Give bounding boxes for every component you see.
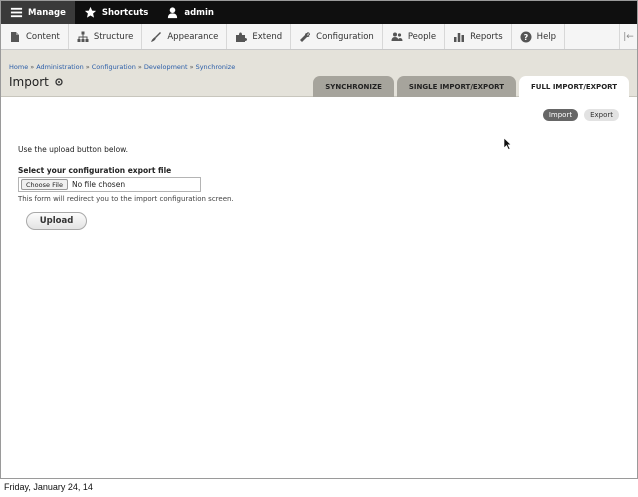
page-title: Import <box>9 75 63 89</box>
tray-item-extend[interactable]: Extend <box>227 24 292 49</box>
tab-label: SINGLE IMPORT/EXPORT <box>408 82 504 91</box>
tray-item-appearance[interactable]: Appearance <box>142 24 228 49</box>
tray-item-people[interactable]: People <box>383 24 446 49</box>
tab-full-import-export[interactable]: FULL IMPORT/EXPORT <box>519 76 629 98</box>
breadcrumb-separator: » <box>85 63 90 71</box>
toolbar-user-label: admin <box>184 7 214 18</box>
form-help-text: Use the upload button below. <box>18 145 129 154</box>
tab-label: SYNCHRONIZE <box>325 82 382 91</box>
toolbar-shortcuts[interactable]: Shortcuts <box>75 1 157 24</box>
person-icon <box>168 7 178 19</box>
tab-synchronize[interactable]: SYNCHRONIZE <box>313 76 394 97</box>
star-icon <box>84 6 96 18</box>
admin-tray: Content Structure Appearance Extend Conf… <box>1 24 637 50</box>
toolbar-shortcuts-label: Shortcuts <box>101 7 149 18</box>
tray-item-label: Structure <box>93 31 134 42</box>
subtab-label: Export <box>590 111 613 119</box>
page-title-text: Import <box>9 75 49 89</box>
breadcrumb-synchronize[interactable]: Synchronize <box>196 63 236 71</box>
file-field-description: This form will redirect you to the impor… <box>18 195 234 203</box>
mouse-cursor-icon <box>503 137 512 150</box>
main-content: Import Export Use the upload button belo… <box>1 97 637 478</box>
menu-icon <box>10 7 23 18</box>
collapse-tray-icon: |← <box>623 31 634 42</box>
breadcrumb: Home » Administration » Configuration » … <box>9 63 235 71</box>
tray-orientation-toggle[interactable]: |← <box>619 24 637 49</box>
tray-item-label: People <box>407 31 437 42</box>
subtab-import[interactable]: Import <box>542 109 579 121</box>
breadcrumb-development[interactable]: Development <box>144 63 188 71</box>
puzzle-icon <box>236 32 248 42</box>
bar-chart-icon <box>454 32 465 42</box>
tray-item-label: Help <box>536 31 557 42</box>
subtab-label: Import <box>548 111 573 119</box>
tray-item-help[interactable]: ? Help <box>512 24 566 49</box>
primary-tabs: SYNCHRONIZE SINGLE IMPORT/EXPORT FULL IM… <box>313 76 629 98</box>
gear-icon[interactable] <box>55 78 63 86</box>
tray-item-label: Configuration <box>316 31 374 42</box>
tray-item-label: Reports <box>470 31 503 42</box>
page-icon <box>11 31 19 42</box>
toolbar-manage-label: Manage <box>28 7 66 18</box>
toolbar-manage[interactable]: Manage <box>1 1 75 24</box>
tray-item-label: Extend <box>252 31 283 42</box>
tray-item-reports[interactable]: Reports <box>445 24 512 49</box>
people-icon <box>391 32 403 41</box>
secondary-tabs: Import Export <box>542 109 619 121</box>
tab-single-import-export[interactable]: SINGLE IMPORT/EXPORT <box>396 76 516 97</box>
wrench-icon <box>300 31 311 42</box>
subtab-export[interactable]: Export <box>584 109 619 121</box>
tray-item-structure[interactable]: Structure <box>69 24 143 49</box>
admin-toolbar: Manage Shortcuts admin <box>1 1 637 24</box>
tab-label: FULL IMPORT/EXPORT <box>531 83 617 91</box>
slide-date: Friday, January 24, 14 <box>4 482 93 492</box>
page-header: Home » Administration » Configuration » … <box>1 50 637 98</box>
tray-item-label: Content <box>26 31 60 42</box>
breadcrumb-configuration[interactable]: Configuration <box>92 63 136 71</box>
config-file-input[interactable]: Choose File No file chosen <box>18 177 201 192</box>
tray-item-configuration[interactable]: Configuration <box>291 24 383 49</box>
breadcrumb-separator: » <box>137 63 142 71</box>
choose-file-button[interactable]: Choose File <box>21 179 68 190</box>
tray-item-content[interactable]: Content <box>1 24 69 49</box>
help-icon: ? <box>520 31 532 42</box>
toolbar-user[interactable]: admin <box>157 1 223 24</box>
sitemap-icon <box>77 31 89 42</box>
svg-text:?: ? <box>523 33 528 42</box>
brush-icon <box>151 31 162 42</box>
breadcrumb-separator: » <box>30 63 35 71</box>
file-status-text: No file chosen <box>71 180 126 189</box>
breadcrumb-separator: » <box>189 63 194 71</box>
file-field-label: Select your configuration export file <box>18 166 172 175</box>
upload-button[interactable]: Upload <box>26 212 87 230</box>
browser-frame: Manage Shortcuts admin Content Structure… <box>0 0 638 479</box>
breadcrumb-home[interactable]: Home <box>9 63 28 71</box>
tray-item-label: Appearance <box>167 31 219 42</box>
breadcrumb-administration[interactable]: Administration <box>36 63 84 71</box>
